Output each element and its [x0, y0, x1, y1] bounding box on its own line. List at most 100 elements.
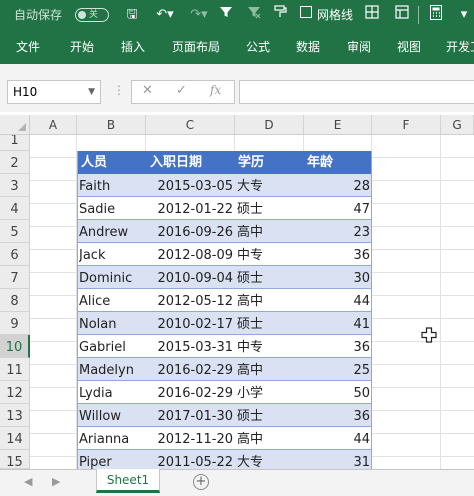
cell-person[interactable]: Willow	[79, 404, 145, 427]
next-sheet-icon[interactable]: ▶	[52, 475, 60, 488]
row-header-4[interactable]: 4	[0, 197, 30, 220]
cell-person[interactable]: Alice	[79, 289, 145, 312]
tab-data[interactable]: 数据	[296, 38, 320, 55]
cell-hire-date[interactable]: 2016-02-29	[148, 381, 233, 404]
cell-person[interactable]: Gabriel	[79, 335, 145, 358]
cell-person[interactable]: Andrew	[79, 220, 145, 243]
row-header-11[interactable]: 11	[0, 358, 30, 381]
cell-hire-date[interactable]: 2016-09-26	[148, 220, 233, 243]
insert-function-icon[interactable]: fx	[210, 83, 221, 97]
cell-hire-date[interactable]: 2015-03-31	[148, 335, 233, 358]
header-education[interactable]: 学历	[238, 151, 264, 174]
cell-age[interactable]: 41	[306, 312, 370, 335]
name-box[interactable]: H10 ▼	[7, 80, 101, 104]
table-icon[interactable]	[392, 5, 412, 25]
row-header-12[interactable]: 12	[0, 381, 30, 404]
select-all-corner-cap[interactable]	[0, 115, 30, 135]
cell-age[interactable]: 36	[306, 335, 370, 358]
cell-age[interactable]: 44	[306, 289, 370, 312]
cell-person[interactable]: Madelyn	[79, 358, 145, 381]
cell-hire-date[interactable]: 2010-02-17	[148, 312, 233, 335]
header-person[interactable]: 人员	[81, 151, 107, 174]
cell-age[interactable]: 28	[306, 174, 370, 197]
add-sheet-icon[interactable]: +	[193, 474, 209, 490]
row-header-10[interactable]: 10	[0, 335, 30, 358]
prev-sheet-icon[interactable]: ◀	[24, 475, 32, 488]
cell-person[interactable]: Sadie	[79, 197, 145, 220]
cell-age[interactable]: 47	[306, 197, 370, 220]
cell-person[interactable]: Faith	[79, 174, 145, 197]
cell-hire-date[interactable]: 2012-08-09	[148, 243, 233, 266]
cell-education[interactable]: 高中	[237, 289, 301, 312]
drag-handle-icon[interactable]: ⋮	[113, 83, 125, 97]
row-header-6[interactable]: 6	[0, 243, 30, 266]
column-header-f[interactable]: F	[372, 115, 441, 135]
cell-person[interactable]: Lydia	[79, 381, 145, 404]
cell-hire-date[interactable]: 2012-01-22	[148, 197, 233, 220]
tab-home[interactable]: 开始	[70, 38, 94, 55]
row-header-7[interactable]: 7	[0, 266, 30, 289]
tab-formulas[interactable]: 公式	[246, 38, 270, 55]
header-age[interactable]: 年龄	[307, 151, 333, 174]
cell-education[interactable]: 硕士	[237, 266, 301, 289]
enter-icon[interactable]: ✓	[176, 83, 187, 98]
row-header-3[interactable]: 3	[0, 174, 30, 197]
cell-hire-date[interactable]: 2015-03-05	[148, 174, 233, 197]
column-header-d[interactable]: D	[235, 115, 304, 135]
cancel-icon[interactable]: ✕	[142, 83, 153, 98]
cell-education[interactable]: 高中	[237, 427, 301, 450]
cell-age[interactable]: 50	[306, 381, 370, 404]
row-header-9[interactable]: 9	[0, 312, 30, 335]
cell-age[interactable]: 36	[306, 404, 370, 427]
cell-hire-date[interactable]: 2012-11-20	[148, 427, 233, 450]
cell-age[interactable]: 36	[306, 243, 370, 266]
clear-filter-icon[interactable]	[244, 5, 264, 25]
calculator-icon[interactable]	[428, 5, 444, 25]
redo-icon[interactable]: ↷▾	[184, 5, 214, 25]
row-header-15[interactable]: 15	[0, 450, 30, 470]
row-header-13[interactable]: 13	[0, 404, 30, 427]
save-icon[interactable]: 🖫	[122, 5, 142, 25]
column-header-e[interactable]: E	[304, 115, 372, 135]
cell-age[interactable]: 23	[306, 220, 370, 243]
cell-person[interactable]: Dominic	[79, 266, 145, 289]
row-header-5[interactable]: 5	[0, 220, 30, 243]
tab-insert[interactable]: 插入	[121, 38, 145, 55]
cell-person[interactable]: Jack	[79, 243, 145, 266]
cell-person[interactable]: Arianna	[79, 427, 145, 450]
cell-age[interactable]: 25	[306, 358, 370, 381]
cell-education[interactable]: 硕士	[237, 312, 301, 335]
tab-review[interactable]: 审阅	[347, 38, 371, 55]
cell-hire-date[interactable]: 2016-02-29	[148, 358, 233, 381]
cell-age[interactable]: 30	[306, 266, 370, 289]
header-hire-date[interactable]: 入职日期	[150, 151, 202, 174]
cell-education[interactable]: 硕士	[237, 197, 301, 220]
column-header-c[interactable]: C	[146, 115, 235, 135]
formula-input[interactable]	[239, 80, 474, 104]
column-header-a[interactable]: A	[30, 115, 77, 135]
tab-developer[interactable]: 开发工	[446, 38, 474, 55]
format-painter-icon[interactable]	[270, 5, 290, 25]
cell-age[interactable]: 44	[306, 427, 370, 450]
filter-icon[interactable]	[216, 5, 236, 25]
cell-education[interactable]: 大专	[237, 174, 301, 197]
cell-education[interactable]: 中专	[237, 335, 301, 358]
cell-education[interactable]: 高中	[237, 358, 301, 381]
tab-file[interactable]: 文件	[16, 38, 40, 55]
more-icon[interactable]: ▾	[454, 5, 474, 25]
tab-view[interactable]: 视图	[397, 38, 421, 55]
cell-person[interactable]: Nolan	[79, 312, 145, 335]
row-header-8[interactable]: 8	[0, 289, 30, 312]
gridlines-checkbox[interactable]	[298, 5, 314, 25]
cell-education[interactable]: 高中	[237, 220, 301, 243]
row-header-14[interactable]: 14	[0, 427, 30, 450]
borders-icon[interactable]	[362, 5, 382, 25]
tab-page-layout[interactable]: 页面布局	[172, 38, 220, 55]
row-header-2[interactable]: 2	[0, 151, 30, 174]
cell-hire-date[interactable]: 2017-01-30	[148, 404, 233, 427]
undo-icon[interactable]: ↶▾	[150, 5, 180, 25]
autosave-toggle[interactable]: 关	[75, 8, 109, 22]
cell-education[interactable]: 小学	[237, 381, 301, 404]
cell-hire-date[interactable]: 2012-05-12	[148, 289, 233, 312]
column-header-b[interactable]: B	[77, 115, 146, 135]
